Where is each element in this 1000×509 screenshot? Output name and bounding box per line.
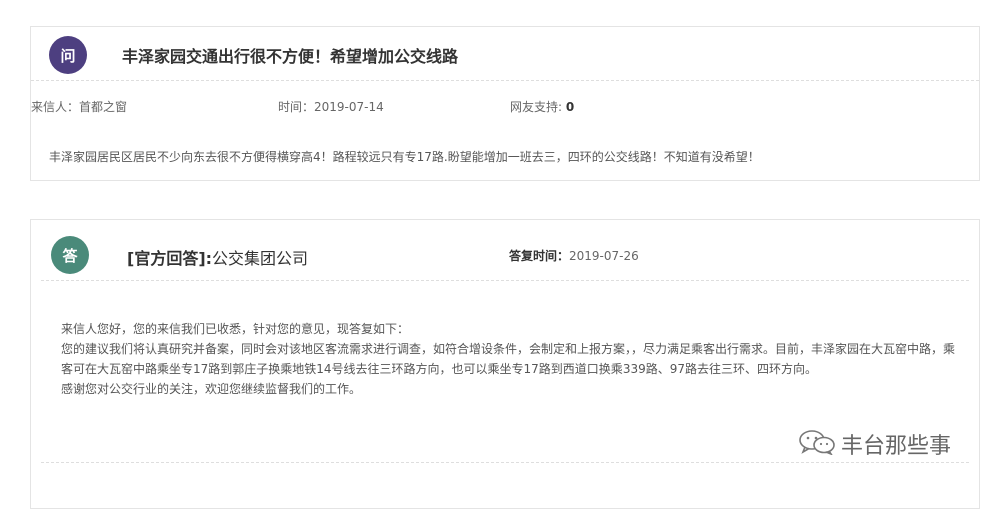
time-value: 2019-07-14 [314,100,384,114]
sender-value: 首都之窗 [79,100,128,114]
answer-time: 答复时间：2019-07-26 [509,247,639,264]
answer-org: 公交集团公司 [212,249,309,268]
answer-paragraph: 来信人您好，您的来信我们已收悉，针对您的意见，现答复如下： [61,322,410,336]
answer-badge: 答 [51,236,89,274]
watermark: 丰台那些事 [797,428,951,460]
divider [41,462,969,463]
support-label: 网友支持: [510,100,566,114]
answer-time-label: 答复时间： [509,249,570,263]
divider [41,280,969,281]
question-title: 丰泽家园交通出行很不方便！希望增加公交线路 [122,47,459,66]
question-card: 问 丰泽家园交通出行很不方便！希望增加公交线路 来信人：首都之窗 时间：2019… [30,26,980,181]
answer-time-value: 2019-07-26 [569,249,639,263]
answer-body: 来信人您好，您的来信我们已收悉，针对您的意见，现答复如下： 您的建议我们将认真研… [61,319,956,399]
support-meta: 网友支持: 0 [510,98,574,115]
answer-title: [官方回答]:公交集团公司 [127,245,308,269]
question-badge: 问 [49,36,87,74]
sender-meta: 来信人：首都之窗 [31,98,127,115]
divider [31,80,979,81]
official-tag: [官方回答]: [127,249,213,268]
answer-card: 答 [官方回答]:公交集团公司 答复时间：2019-07-26 来信人您好，您的… [30,219,980,509]
answer-paragraph: 您的建议我们将认真研究并备案，同时会对该地区客流需求进行调查，如符合增设条件，会… [61,342,956,376]
question-body: 丰泽家园居民区居民不少向东去很不方便得横穿高4！路程较远只有专17路.盼望能增加… [49,150,760,164]
answer-paragraph: 感谢您对公交行业的关注，欢迎您继续监督我们的工作。 [61,382,362,396]
sender-label: 来信人： [31,100,80,114]
wechat-icon [797,429,837,459]
time-meta: 时间：2019-07-14 [278,98,384,115]
support-count: 0 [565,100,575,114]
watermark-text: 丰台那些事 [841,434,952,459]
time-label: 时间： [278,100,315,114]
